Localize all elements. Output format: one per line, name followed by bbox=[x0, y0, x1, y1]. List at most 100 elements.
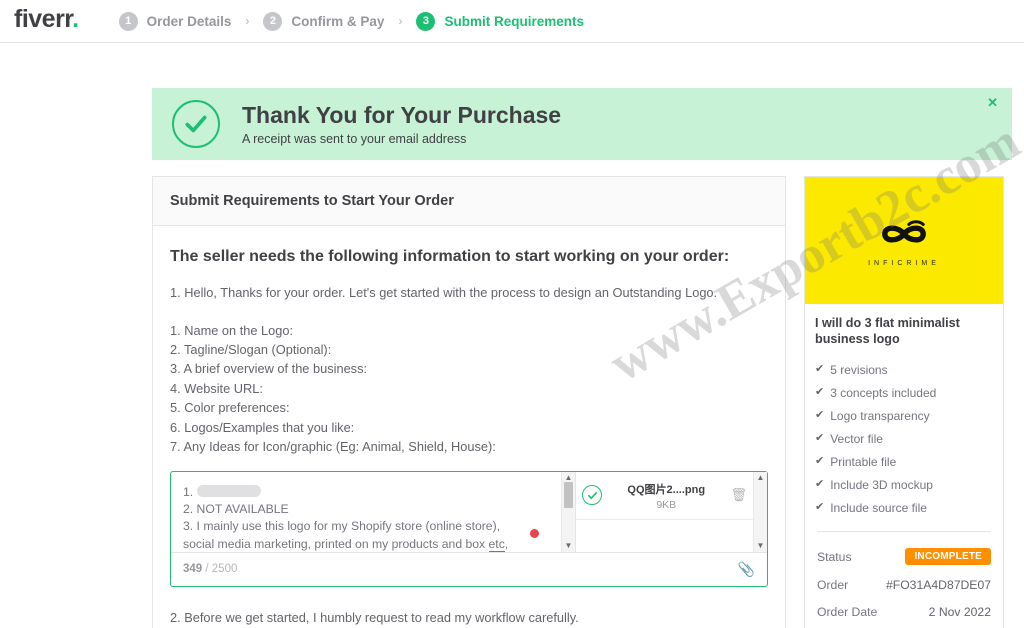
banner-text-block: Thank You for Your Purchase A receipt wa… bbox=[242, 102, 561, 146]
paperclip-icon[interactable]: 📎 bbox=[738, 561, 755, 578]
check-icon: ✔ bbox=[815, 363, 825, 376]
card-body: The seller needs the following informati… bbox=[153, 226, 785, 628]
step-number-1: 1 bbox=[118, 11, 138, 31]
order-summary-card: INFICRIME I will do 3 flat minimalist bu… bbox=[804, 176, 1004, 628]
check-icon: ✔ bbox=[815, 478, 825, 491]
feature-label: Vector file bbox=[830, 432, 883, 447]
answer-row: 1. 2. NOT AVAILABLE 3. I mainly use this… bbox=[171, 471, 767, 552]
meta-row-order: Order #FO31A4D87DE07 bbox=[817, 572, 991, 599]
requirement-item-1-intro: 1. Hello, Thanks for your order. Let's g… bbox=[170, 285, 718, 300]
step-label-confirm-pay: Confirm & Pay bbox=[291, 13, 385, 29]
gig-title: I will do 3 flat minimalist business log… bbox=[815, 316, 960, 347]
answer-line-1-prefix: 1. bbox=[183, 484, 194, 499]
check-icon: ✔ bbox=[815, 455, 825, 468]
step-label-submit-requirements: Submit Requirements bbox=[444, 13, 584, 29]
files-scroll-up-icon[interactable]: ▲ bbox=[757, 473, 765, 482]
check-icon: ✔ bbox=[815, 432, 825, 445]
answer-line-4c: , bbox=[504, 536, 509, 551]
checkout-stepper: 1 Order Details › 2 Confirm & Pay › 3 Su… bbox=[118, 11, 584, 31]
answer-line-4: social media marketing, printed on my pr… bbox=[183, 536, 551, 552]
feature-label: Include 3D mockup bbox=[830, 478, 933, 493]
feature-label: Printable file bbox=[830, 455, 897, 470]
file-name: QQ图片2....png bbox=[627, 483, 706, 496]
redacted-text-1 bbox=[196, 485, 261, 498]
answer-line-3: 3. I mainly use this logo for my Shopify… bbox=[183, 519, 501, 534]
card-header-title: Submit Requirements to Start Your Order bbox=[153, 177, 785, 226]
question-6: 6. Logos/Examples that you like: bbox=[170, 419, 355, 435]
feature-item: ✔ 3 concepts included bbox=[815, 382, 993, 405]
content-container: Thank You for Your Purchase A receipt wa… bbox=[152, 88, 1012, 628]
order-meta-list: Status INCOMPLETE Order #FO31A4D87DE07 O… bbox=[815, 532, 993, 628]
gig-thumbnail: INFICRIME bbox=[805, 177, 1003, 304]
top-navigation-bar: fiverr. 1 Order Details › 2 Confirm & Pa… bbox=[0, 0, 1024, 43]
question-2: 2. Tagline/Slogan (Optional): bbox=[170, 341, 332, 357]
question-1: 1. Name on the Logo: bbox=[170, 322, 294, 338]
meta-value-order: #FO31A4D87DE07 bbox=[885, 578, 991, 593]
scroll-up-icon[interactable]: ▲ bbox=[565, 473, 573, 482]
scroll-thumb[interactable] bbox=[564, 481, 573, 508]
feature-item: ✔ Include 3D mockup bbox=[815, 474, 993, 497]
files-scroll-down-icon[interactable]: ▼ bbox=[757, 541, 765, 550]
question-4: 4. Website URL: bbox=[170, 380, 263, 396]
meta-row-status: Status INCOMPLETE bbox=[817, 542, 991, 572]
gig-feature-list: ✔ 5 revisions ✔ 3 concepts included ✔ Lo… bbox=[815, 359, 993, 520]
brand-text: fiverr bbox=[14, 4, 73, 33]
file-size: 9KB bbox=[656, 498, 677, 511]
answer-textarea[interactable]: 1. 2. NOT AVAILABLE 3. I mainly use this… bbox=[171, 472, 561, 552]
requirements-heading: The seller needs the following informati… bbox=[170, 248, 730, 265]
attached-files-pane: QQ图片2....png 9KB 🗑 ▲ ▼ bbox=[575, 471, 767, 552]
step-separator-1-icon: › bbox=[245, 14, 250, 28]
answer-line-4-misspelled: etc bbox=[488, 536, 505, 552]
answer-line-4a: social media marketing, printed on my pr… bbox=[183, 536, 489, 551]
banner-title: Thank You for Your Purchase bbox=[242, 101, 562, 128]
trash-icon[interactable]: 🗑 bbox=[730, 487, 747, 503]
scroll-track[interactable] bbox=[562, 481, 575, 542]
fiverr-logo[interactable]: fiverr. bbox=[14, 4, 79, 33]
textarea-scrollbar[interactable]: ▲ ▼ bbox=[561, 471, 575, 552]
step-submit-requirements[interactable]: 3 Submit Requirements bbox=[416, 11, 584, 31]
step-order-details[interactable]: 1 Order Details bbox=[118, 11, 232, 31]
character-count: 349 bbox=[183, 563, 203, 576]
step-label-order-details: Order Details bbox=[146, 13, 232, 29]
step-confirm-pay[interactable]: 2 Confirm & Pay bbox=[263, 11, 385, 31]
requirements-card: Submit Requirements to Start Your Order … bbox=[152, 176, 786, 628]
question-5: 5. Color preferences: bbox=[170, 400, 290, 416]
status-badge: INCOMPLETE bbox=[905, 548, 991, 566]
feature-label: Logo transparency bbox=[830, 409, 930, 424]
check-circle-icon bbox=[172, 100, 220, 148]
required-indicator-icon bbox=[530, 528, 539, 538]
meta-label-status: Status bbox=[817, 549, 852, 564]
sidebar-body: I will do 3 flat minimalist business log… bbox=[805, 304, 1003, 628]
close-icon[interactable]: ✕ bbox=[987, 95, 998, 111]
meta-value-order-date: 2 Nov 2022 bbox=[928, 605, 991, 620]
question-7: 7. Any Ideas for Icon/graphic (Eg: Anima… bbox=[170, 439, 496, 455]
check-icon: ✔ bbox=[815, 409, 825, 422]
list-item[interactable]: QQ图片2....png 9KB 🗑 bbox=[576, 472, 753, 520]
feature-item: ✔ Logo transparency bbox=[815, 405, 993, 428]
requirement-question-list: 1. Name on the Logo: 2. Tagline/Slogan (… bbox=[170, 321, 768, 457]
check-icon: ✔ bbox=[815, 501, 825, 514]
meta-label-order-date: Order Date bbox=[817, 605, 878, 620]
feature-label: Include source file bbox=[830, 501, 927, 516]
check-icon: ✔ bbox=[815, 386, 825, 399]
banner-subtitle: A receipt was sent to your email address bbox=[242, 132, 467, 147]
answer-footer: 349 / 2500 📎 bbox=[171, 551, 767, 586]
feature-item: ✔ Vector file bbox=[815, 428, 993, 451]
scroll-down-icon[interactable]: ▼ bbox=[565, 541, 573, 550]
answer-line-2: 2. NOT AVAILABLE bbox=[183, 501, 289, 516]
meta-label-order: Order bbox=[817, 578, 849, 593]
files-scroll-track[interactable] bbox=[754, 482, 767, 542]
files-scrollbar[interactable]: ▲ ▼ bbox=[753, 471, 767, 552]
requirement-item-2: 2. Before we get started, I humbly reque… bbox=[170, 609, 579, 625]
step-separator-2-icon: › bbox=[398, 14, 403, 28]
check-circle-icon bbox=[582, 485, 602, 506]
attached-files-list: QQ图片2....png 9KB 🗑 bbox=[576, 472, 753, 552]
question-3: 3. A brief overview of the business: bbox=[170, 361, 368, 377]
infinity-logo-icon bbox=[882, 219, 926, 243]
step-number-3: 3 bbox=[416, 11, 436, 31]
requirement-answer-box[interactable]: 1. 2. NOT AVAILABLE 3. I mainly use this… bbox=[170, 470, 768, 587]
feature-label: 3 concepts included bbox=[830, 386, 937, 401]
character-counter: 349 / 2500 bbox=[183, 563, 237, 575]
file-meta: QQ图片2....png 9KB bbox=[609, 480, 723, 511]
gig-logo-wordmark: INFICRIME bbox=[868, 259, 940, 267]
